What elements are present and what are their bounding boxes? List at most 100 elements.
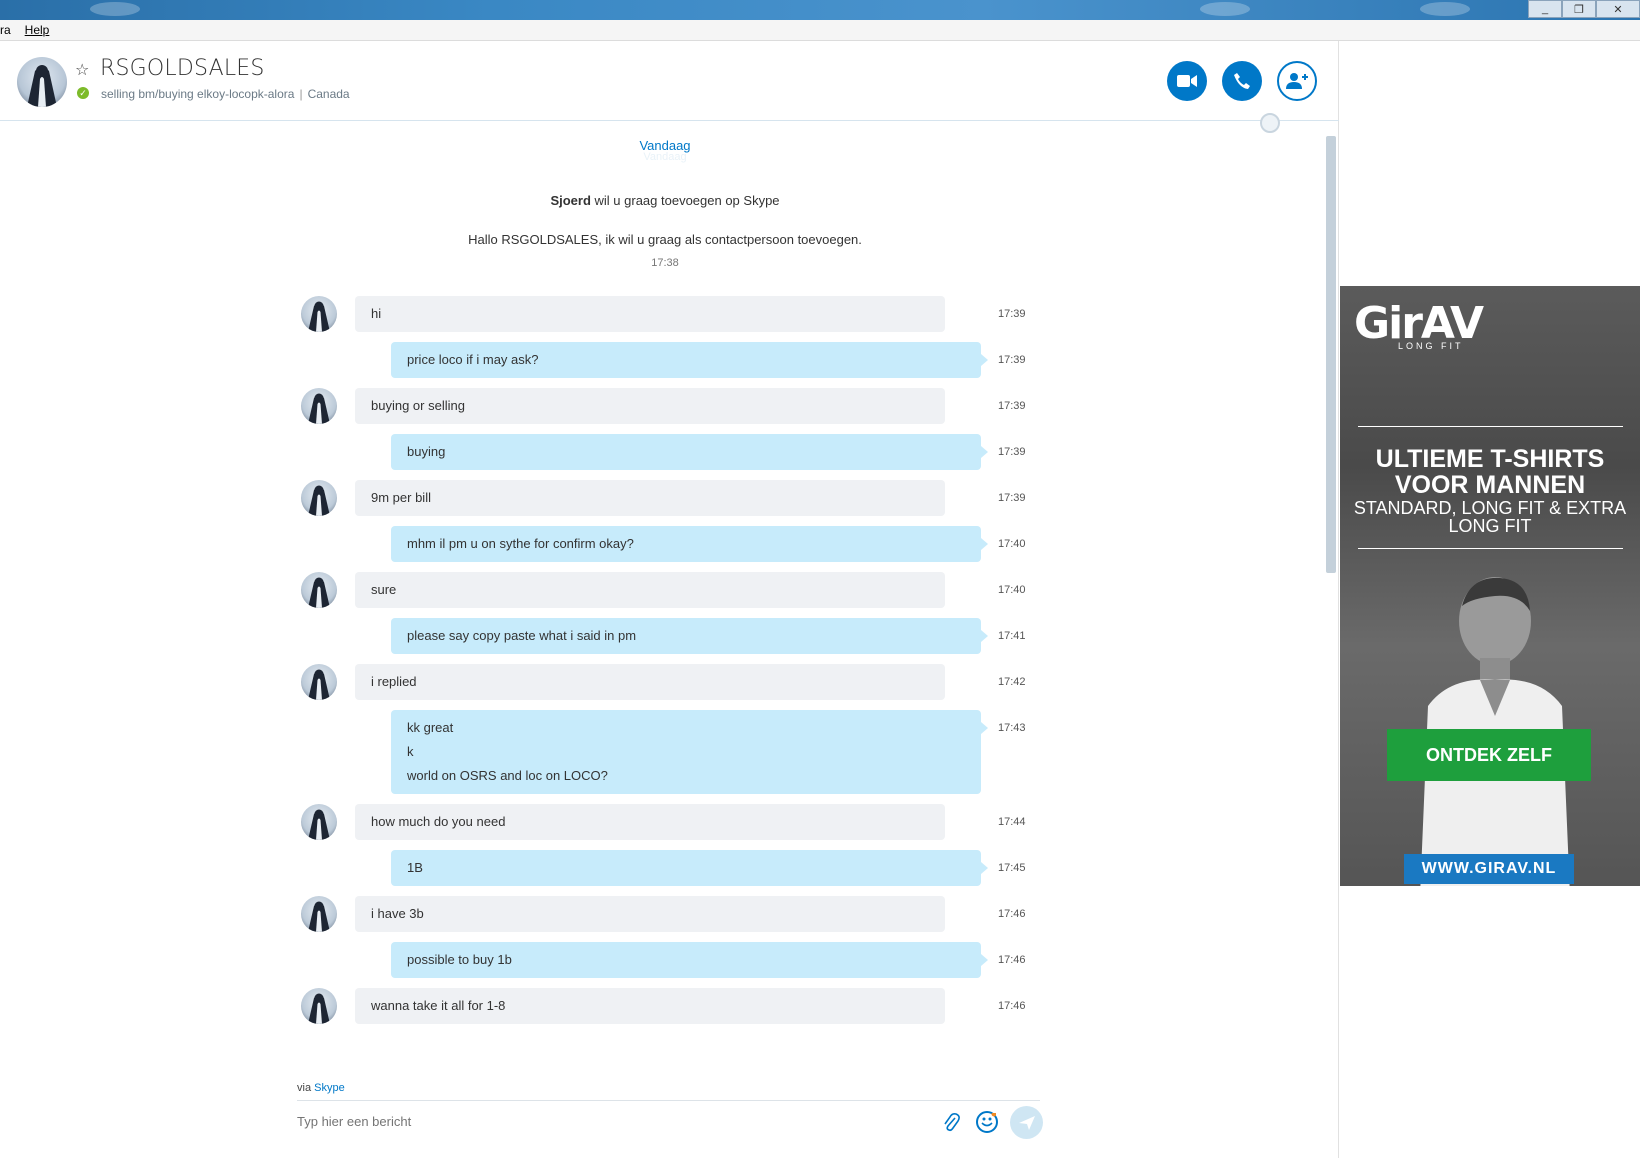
message-text: mhm il pm u on sythe for confirm okay?: [407, 536, 634, 551]
close-button[interactable]: ✕: [1596, 0, 1640, 18]
incoming-message[interactable]: sure 17:40: [0, 572, 1330, 608]
ad-headline: ULTIEME T-SHIRTS VOOR MANNEN: [1375, 445, 1605, 499]
request-sender: Sjoerd: [550, 193, 591, 208]
sender-avatar[interactable]: [301, 296, 337, 332]
titlebar-decoration: [90, 2, 140, 16]
via-skype-link[interactable]: Skype: [314, 1082, 345, 1094]
incoming-message[interactable]: how much do you need 17:44: [0, 804, 1330, 840]
message-bubble[interactable]: price loco if i may ask?: [391, 342, 988, 378]
ad-subline: STANDARD, LONG FIT & EXTRA LONG FIT: [1353, 498, 1627, 536]
message-timestamp: 17:40: [998, 584, 1026, 596]
outgoing-message[interactable]: price loco if i may ask? 17:39: [0, 342, 1330, 378]
message-text: 1B: [407, 860, 423, 875]
message-timestamp: 17:42: [998, 676, 1026, 688]
advertisement-banner[interactable]: GirAV LONG FIT ULTIEME T-SHIRTS VOOR MAN…: [1340, 286, 1640, 886]
message-bubble[interactable]: i replied: [355, 664, 945, 700]
message-text: 9m per bill: [371, 490, 431, 505]
incoming-message[interactable]: i have 3b 17:46: [0, 896, 1330, 932]
penguin-avatar-image: [308, 577, 330, 608]
message-input[interactable]: [297, 1114, 877, 1129]
message-text: buying: [407, 444, 446, 459]
sender-avatar[interactable]: [301, 896, 337, 932]
outgoing-message[interactable]: please say copy paste what i said in pm 1…: [0, 618, 1330, 654]
send-arrow-icon: [1018, 1115, 1035, 1130]
penguin-avatar-image: [308, 485, 330, 516]
contact-request-notice: Sjoerd wil u graag toevoegen op Skype: [0, 193, 1330, 208]
sender-avatar[interactable]: [301, 572, 337, 608]
ad-url-link[interactable]: WWW.GIRAV.NL: [1404, 854, 1574, 884]
message-bubble[interactable]: possible to buy 1b: [391, 942, 988, 978]
conversation-pane: ☆ RSGOLDSALES ✓ selling bm/buying elkoy-…: [0, 41, 1339, 1158]
penguin-avatar-image: [308, 301, 330, 332]
message-text: world on OSRS and loc on LOCO?: [407, 768, 608, 783]
message-bubble[interactable]: how much do you need: [355, 804, 945, 840]
incoming-message[interactable]: i replied 17:42: [0, 664, 1330, 700]
message-timestamp: 17:46: [998, 954, 1026, 966]
message-bubble[interactable]: mhm il pm u on sythe for confirm okay?: [391, 526, 988, 562]
outgoing-message[interactable]: buying 17:39: [0, 434, 1330, 470]
outgoing-message[interactable]: 1B 17:45: [0, 850, 1330, 886]
message-text: k: [407, 744, 414, 759]
penguin-avatar-image: [308, 393, 330, 424]
message-timestamp: 17:39: [998, 354, 1026, 366]
message-timestamp: 17:39: [998, 400, 1026, 412]
ad-cta-button[interactable]: ONTDEK ZELF: [1387, 729, 1591, 781]
sender-avatar[interactable]: [301, 480, 337, 516]
message-bubble[interactable]: kk great k world on OSRS and loc on LOCO?: [391, 710, 988, 794]
message-bubble[interactable]: 9m per bill: [355, 480, 945, 516]
emoticon-icon[interactable]: [976, 1111, 998, 1133]
incoming-message[interactable]: buying or selling 17:39: [0, 388, 1330, 424]
compose-divider: [297, 1100, 1040, 1101]
message-text: i replied: [371, 674, 417, 689]
window-titlebar: _ ❐ ✕: [0, 0, 1640, 20]
message-text: buying or selling: [371, 398, 465, 413]
smiley-face-icon: [981, 1111, 997, 1127]
message-text: how much do you need: [371, 814, 506, 829]
message-bubble[interactable]: please say copy paste what i said in pm: [391, 618, 988, 654]
sender-avatar[interactable]: [301, 664, 337, 700]
message-bubble[interactable]: buying or selling: [355, 388, 945, 424]
request-notice-text: wil u graag toevoegen op Skype: [590, 193, 780, 208]
message-timestamp: 17:46: [998, 908, 1026, 920]
incoming-message[interactable]: hi 17:39: [0, 296, 1330, 332]
menu-bar: ra Help: [0, 20, 1640, 41]
attachment-icon[interactable]: [942, 1112, 960, 1134]
message-timestamp: 17:39: [998, 308, 1026, 320]
message-bubble[interactable]: hi: [355, 296, 945, 332]
message-text: please say copy paste what i said in pm: [407, 628, 637, 643]
message-text: wanna take it all for 1-8: [371, 998, 506, 1013]
outgoing-message[interactable]: kk great k world on OSRS and loc on LOCO? 1…: [0, 710, 1330, 794]
sender-avatar[interactable]: [301, 804, 337, 840]
message-bubble[interactable]: wanna take it all for 1-8: [355, 988, 945, 1024]
menu-item-extra[interactable]: ra: [0, 23, 11, 37]
message-timestamp: 17:39: [998, 446, 1026, 458]
incoming-message[interactable]: wanna take it all for 1-8 17:46: [0, 988, 1330, 1024]
message-bubble[interactable]: 1B: [391, 850, 988, 886]
restore-button[interactable]: ❐: [1562, 0, 1596, 18]
contact-request-message: Hallo RSGOLDSALES, ik wil u graag als co…: [468, 232, 862, 247]
send-button[interactable]: [1010, 1106, 1043, 1139]
message-timestamp: 17:39: [998, 492, 1026, 504]
sender-avatar[interactable]: [301, 988, 337, 1024]
via-prefix: via: [297, 1082, 315, 1094]
penguin-avatar-image: [308, 993, 330, 1024]
penguin-avatar-image: [308, 901, 330, 932]
window-controls: _ ❐ ✕: [1528, 0, 1640, 18]
incoming-message[interactable]: 9m per bill 17:39: [0, 480, 1330, 516]
menu-item-help[interactable]: Help: [25, 23, 50, 37]
message-list: Vandaag Vandaag Sjoerd wil u graag toevo…: [0, 41, 1330, 1044]
titlebar-decoration: [1420, 2, 1470, 16]
message-bubble[interactable]: sure: [355, 572, 945, 608]
titlebar-decoration: [1200, 2, 1250, 16]
message-timestamp: 17:45: [998, 862, 1026, 874]
penguin-avatar-image: [308, 669, 330, 700]
outgoing-message[interactable]: mhm il pm u on sythe for confirm okay? 17…: [0, 526, 1330, 562]
contact-request-time: 17:38: [651, 257, 679, 269]
message-timestamp: 17:46: [998, 1000, 1026, 1012]
message-bubble[interactable]: buying: [391, 434, 988, 470]
message-bubble[interactable]: i have 3b: [355, 896, 945, 932]
sender-avatar[interactable]: [301, 388, 337, 424]
message-text: i have 3b: [371, 906, 424, 921]
minimize-button[interactable]: _: [1528, 0, 1562, 18]
outgoing-message[interactable]: possible to buy 1b 17:46: [0, 942, 1330, 978]
